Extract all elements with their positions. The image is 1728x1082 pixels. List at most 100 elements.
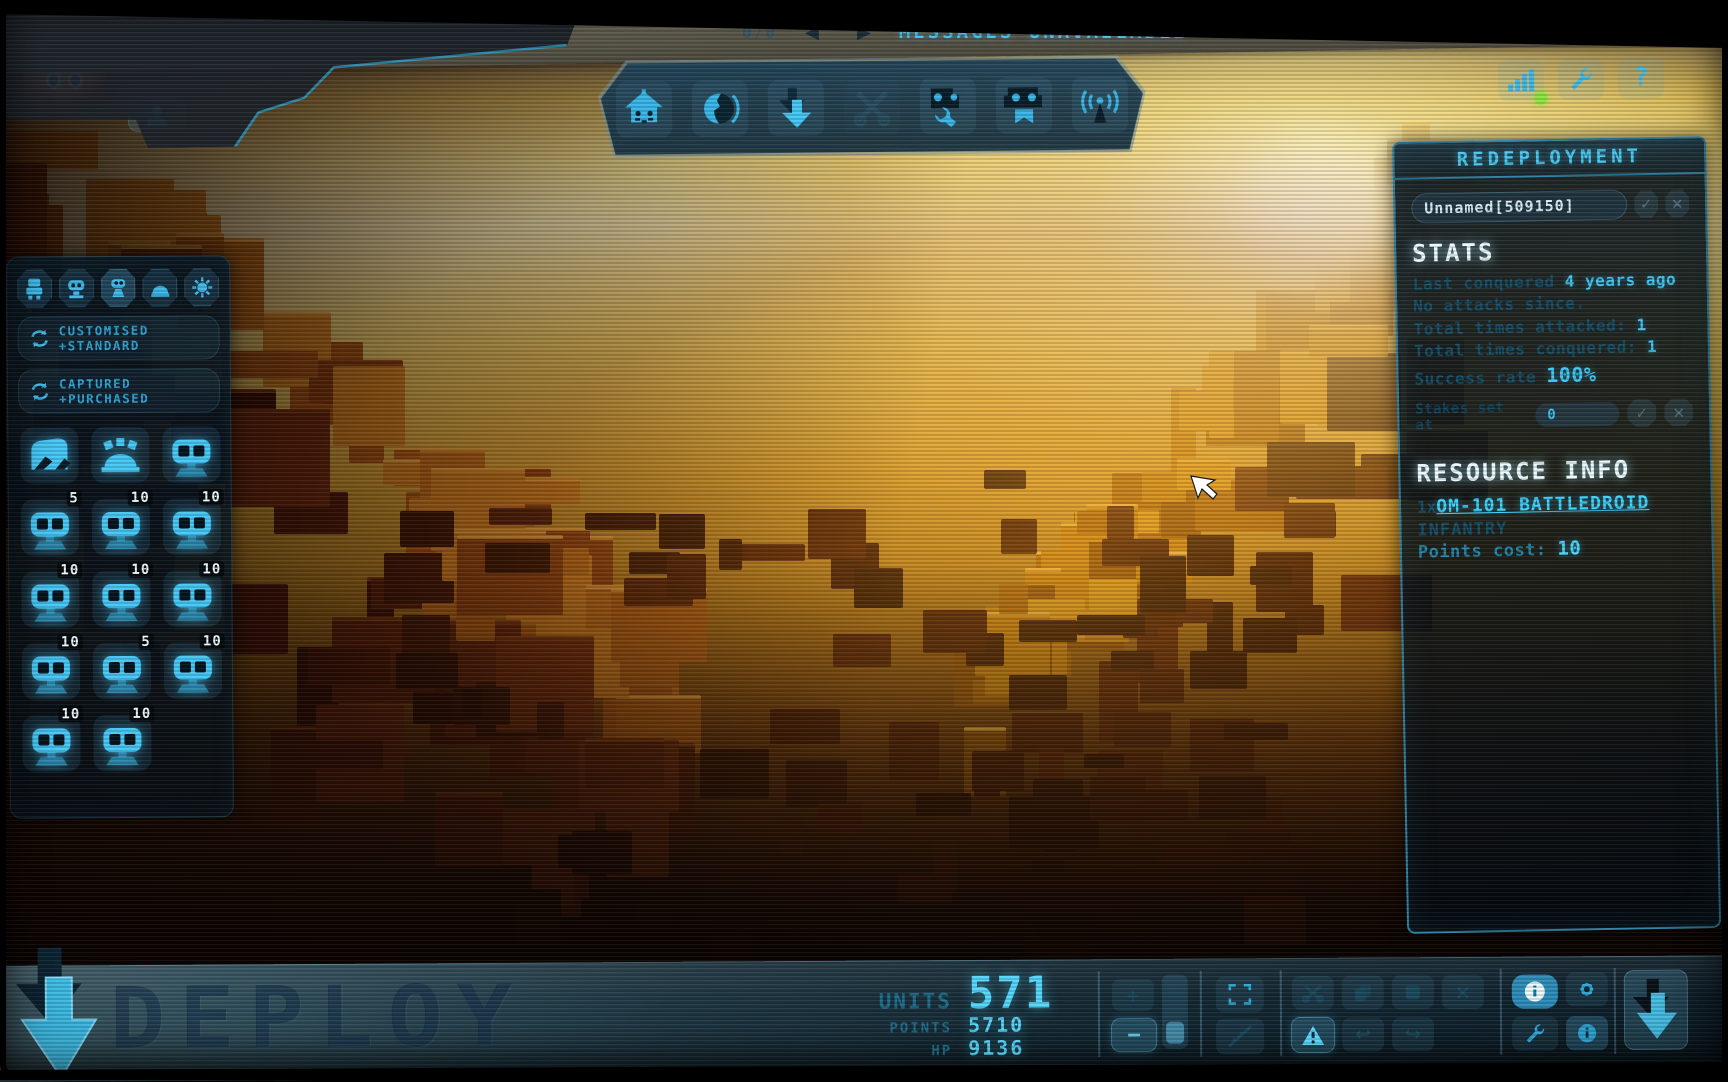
unit-cell-bunker[interactable]: [91, 427, 149, 483]
points-label: POINTS: [848, 1020, 952, 1037]
unit-cell-droid[interactable]: 10: [92, 499, 150, 555]
unit-save-button[interactable]: [996, 77, 1053, 134]
hp-value: 9136: [968, 1036, 1054, 1060]
next-message-button[interactable]: ▶: [847, 20, 881, 44]
measure-button[interactable]: [1216, 1018, 1264, 1054]
tab-infantry-bot[interactable]: [17, 269, 52, 307]
zoom-in-button[interactable]: +: [1112, 979, 1154, 1011]
divider: [1280, 970, 1283, 1056]
unit-category-tabs: [7, 256, 229, 308]
deploy-units-button[interactable]: [1624, 970, 1688, 1050]
redeployment-panel: REDEPLOYMENT ✓ × STATS Last conquered 4 …: [1392, 136, 1721, 934]
tab-bunker[interactable]: [143, 269, 178, 307]
resource-quantity: 1x: [1417, 497, 1437, 516]
units-value: 571: [968, 973, 1054, 1013]
bunker-icon: [148, 276, 172, 300]
gears-icon: [1575, 977, 1599, 1001]
unit-workshop-button[interactable]: [920, 77, 977, 134]
points-value: 5710: [968, 1013, 1054, 1037]
confirm-name-button[interactable]: ✓: [1634, 190, 1659, 218]
unit-cell-droid[interactable]: 10: [92, 571, 150, 627]
confirm-stakes-button[interactable]: ✓: [1627, 399, 1657, 428]
unit-cell-droid[interactable]: 10: [93, 715, 151, 771]
deploy-arrows-icon: [1631, 979, 1681, 1041]
close-button[interactable]: ×: [1442, 975, 1484, 1009]
home-base-button[interactable]: [616, 81, 673, 138]
scissors-icon: [852, 86, 892, 126]
unit-count-badge: 10: [58, 634, 83, 650]
divider: [1614, 968, 1617, 1054]
zoom-slider[interactable]: [1162, 975, 1188, 1049]
filter-captured-purchased[interactable]: CAPTURED+PURCHASED: [18, 368, 220, 413]
unit-cell-droid[interactable]: 10: [164, 642, 222, 698]
unit-cell-droid[interactable]: 5: [93, 643, 151, 699]
cycle-icon: [29, 381, 51, 401]
info-mode-button[interactable]: [1512, 974, 1558, 1008]
stakes-input[interactable]: [1535, 401, 1619, 427]
unit-count-badge: 5: [66, 490, 82, 506]
warning-button[interactable]: [1292, 1018, 1334, 1052]
wrench-icon: [1568, 66, 1594, 92]
fullscreen-icon: [1228, 983, 1252, 1005]
undo-button[interactable]: ↩: [1342, 1017, 1384, 1051]
main-toolbar: [598, 55, 1147, 158]
info-icon: [1577, 1023, 1597, 1043]
unit-cell-droid[interactable]: 5: [21, 499, 79, 555]
unit-cell-droid[interactable]: 10: [21, 571, 79, 627]
cut-units-button[interactable]: [844, 78, 901, 135]
deploy-arrows-icon: [774, 85, 818, 129]
tab-mine[interactable]: [184, 268, 219, 306]
deploy-mode-button[interactable]: [768, 79, 825, 136]
cancel-stakes-button[interactable]: ×: [1664, 398, 1694, 427]
unit-cell-droid[interactable]: 10: [22, 643, 80, 699]
mine-icon: [190, 275, 214, 299]
unit-cell-walker[interactable]: [20, 427, 78, 483]
success-rate-line: Success rate 100%: [1414, 358, 1692, 391]
copy-button[interactable]: [1342, 975, 1384, 1009]
world-map-button[interactable]: [692, 80, 749, 137]
unit-count-badge: 10: [199, 489, 224, 505]
cut-icon: [1302, 983, 1324, 1003]
filter-customised-standard[interactable]: CUSTOMISED+STANDARD: [17, 315, 219, 360]
gears-button[interactable]: [1566, 972, 1608, 1006]
broadcast-button[interactable]: [1072, 76, 1129, 133]
stats-heading: STATS: [1412, 234, 1690, 267]
unit-cell-droid[interactable]: [162, 426, 220, 482]
globe-icon: [699, 87, 741, 129]
zoom-slider-thumb[interactable]: [1166, 1022, 1184, 1044]
details-button[interactable]: [1566, 1016, 1608, 1050]
unit-count-badge: 10: [199, 561, 224, 577]
cut-button[interactable]: [1292, 976, 1334, 1010]
fullscreen-button[interactable]: [1216, 976, 1264, 1012]
repair-button[interactable]: [1512, 1016, 1558, 1050]
message-ticker: 0/0 ◀ ▶ MESSAGES UNAVAILABLE: [742, 20, 1188, 44]
deploy-mode-title: DEPLOY: [110, 967, 527, 1068]
unit-cell-droid[interactable]: 10: [22, 715, 80, 771]
stop-button[interactable]: [1392, 975, 1434, 1009]
tab-turret-a[interactable]: [59, 269, 94, 307]
zoom-out-button[interactable]: −: [1112, 1019, 1156, 1051]
cancel-name-button[interactable]: ×: [1665, 189, 1690, 217]
cycle-icon: [29, 328, 51, 348]
stakes-label: Stakes set at: [1415, 399, 1528, 433]
unit-grid: 51010101010105101010: [8, 426, 232, 772]
warning-icon: [1301, 1024, 1325, 1045]
help-button[interactable]: ?: [1618, 56, 1665, 99]
settings-button[interactable]: [1558, 58, 1605, 101]
question-mark-icon: ?: [1633, 63, 1649, 93]
statistics-button[interactable]: [1498, 59, 1545, 102]
deployment-stats: UNITS 571 POINTS 5710 HP 9136: [848, 973, 1054, 1060]
territory-name-input[interactable]: [1411, 189, 1628, 223]
redo-button[interactable]: ↪: [1392, 1017, 1434, 1051]
bar-chart-icon: [1507, 68, 1535, 93]
hp-label: HP: [848, 1043, 952, 1060]
tab-turret-b[interactable]: [101, 269, 136, 307]
prev-message-button[interactable]: ◀: [795, 20, 829, 44]
resource-link[interactable]: OM-101 BATTLEDROID: [1436, 492, 1649, 517]
copy-icon: [1353, 983, 1373, 1003]
turret-head-icon: [64, 276, 88, 300]
robot-ribbon-icon: [1002, 83, 1046, 127]
unit-cell-droid[interactable]: 10: [163, 570, 221, 626]
home-base-icon: [623, 88, 665, 130]
unit-cell-droid[interactable]: 10: [163, 498, 221, 554]
